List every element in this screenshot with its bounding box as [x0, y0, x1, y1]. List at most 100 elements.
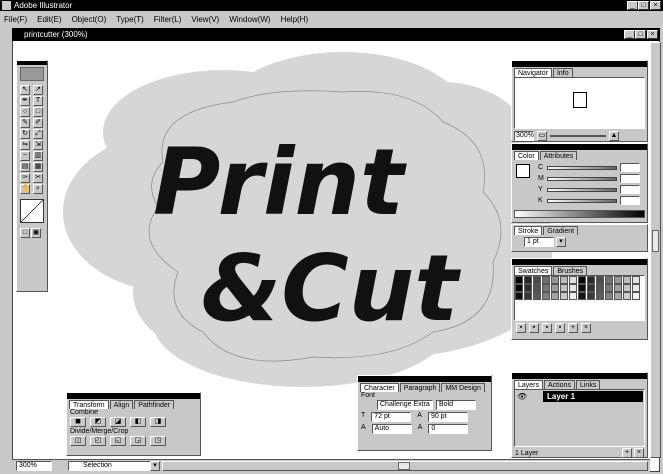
color-swatch[interactable] [614, 276, 622, 284]
panel-tab[interactable]: Align [109, 400, 134, 409]
color-swatch[interactable] [515, 276, 523, 284]
trim-icon[interactable]: ◰ [90, 436, 106, 446]
graph-tool-icon[interactable]: ▥ [33, 151, 43, 161]
doc-minimize-icon[interactable]: _ [624, 30, 635, 39]
scissors-tool-icon[interactable]: ✂ [33, 173, 43, 183]
color-swatch[interactable] [578, 276, 586, 284]
panel-tab[interactable]: Character [360, 383, 399, 392]
minimize-icon[interactable]: _ [627, 1, 638, 10]
color-swatch[interactable] [605, 284, 613, 292]
color-swatch[interactable] [542, 292, 550, 300]
color-swatch[interactable] [596, 276, 604, 284]
horizontal-scrollbar-thumb[interactable] [398, 462, 410, 470]
zoom-slider[interactable] [550, 135, 606, 137]
color-swatch[interactable] [524, 276, 532, 284]
panel-tab[interactable]: Stroke [514, 226, 543, 235]
channel-slider[interactable] [547, 187, 617, 192]
color-swatch[interactable] [560, 292, 568, 300]
reflect-tool-icon[interactable]: ⇋ [20, 140, 30, 150]
panel-tab[interactable]: Color [514, 151, 539, 160]
color-spectrum-bar[interactable] [514, 210, 645, 218]
channel-value-field[interactable] [620, 174, 640, 183]
intersect-icon[interactable]: ◩ [90, 417, 106, 427]
color-swatch[interactable] [551, 276, 559, 284]
stroke-weight-field[interactable]: 1 pt [524, 237, 554, 247]
panel-tab[interactable]: Brushes [553, 266, 588, 275]
show-color-swatches-icon[interactable]: ▪ [529, 323, 539, 333]
menu-item[interactable]: Help(H) [281, 15, 309, 24]
mesh-tool-icon[interactable]: ▦ [33, 162, 43, 172]
navigator-zoom-field[interactable]: 300% [514, 131, 534, 141]
maximize-icon[interactable]: □ [638, 1, 649, 10]
color-swatch[interactable] [578, 284, 586, 292]
color-fill-swatch[interactable] [516, 164, 530, 178]
color-swatch[interactable] [596, 292, 604, 300]
color-swatch[interactable] [632, 292, 640, 300]
minus-back-icon[interactable]: ◨ [150, 417, 166, 427]
menu-item[interactable]: View(V) [191, 15, 219, 24]
menu-item[interactable]: Window(W) [229, 15, 270, 24]
fill-stroke-icon[interactable] [20, 199, 44, 223]
color-swatch[interactable] [515, 284, 523, 292]
color-swatch[interactable] [569, 292, 577, 300]
show-all-swatches-icon[interactable]: ▪ [516, 323, 526, 333]
color-swatch[interactable] [614, 284, 622, 292]
crop-icon[interactable]: ◲ [130, 436, 146, 446]
color-swatch[interactable] [587, 292, 595, 300]
rotate-tool-icon[interactable]: ↻ [20, 129, 30, 139]
pencil-tool-icon[interactable]: ✎ [20, 118, 30, 128]
menu-item[interactable]: File(F) [4, 15, 27, 24]
channel-value-field[interactable] [620, 163, 640, 172]
color-swatch[interactable] [533, 284, 541, 292]
status-mode-field[interactable]: Selection [68, 461, 160, 471]
eyedropper-tool-icon[interactable]: ✑ [20, 173, 30, 183]
zoom-tool-icon[interactable]: ⌕ [33, 184, 43, 194]
font-family-field[interactable]: Challenge Extra [377, 400, 433, 410]
minus-front-icon[interactable]: ◧ [130, 417, 146, 427]
ellipse-tool-icon[interactable]: ○ [20, 107, 30, 117]
stroke-weight-dropdown-icon[interactable]: ▾ [556, 237, 566, 247]
tracking-field[interactable]: 0 [428, 424, 469, 434]
channel-slider[interactable] [547, 176, 617, 181]
panel-tab[interactable]: MM Design [441, 383, 485, 392]
panel-tab[interactable]: Layers [514, 380, 544, 389]
leading-field[interactable]: 90 pt [427, 412, 468, 422]
panel-tab[interactable]: Swatches [514, 266, 553, 275]
scale-tool-icon[interactable]: ⤢ [33, 129, 43, 139]
gradient-tool-icon[interactable]: ▤ [20, 162, 30, 172]
doc-close-icon[interactable]: × [647, 30, 658, 39]
channel-value-field[interactable] [620, 185, 640, 194]
exclude-icon[interactable]: ◪ [110, 417, 126, 427]
color-swatch[interactable] [632, 284, 640, 292]
color-swatch[interactable] [551, 284, 559, 292]
color-swatch[interactable] [524, 284, 532, 292]
channel-slider[interactable] [547, 198, 617, 203]
color-swatch[interactable] [614, 292, 622, 300]
full-screen-menu-icon[interactable]: ▣ [31, 228, 41, 238]
eye-icon[interactable]: 👁 [517, 392, 527, 402]
new-layer-icon[interactable]: + [622, 448, 632, 458]
selection-tool-icon[interactable]: ↖ [20, 85, 30, 95]
status-mode-dropdown-icon[interactable]: ▾ [150, 461, 160, 471]
new-swatch-icon[interactable]: + [568, 323, 578, 333]
color-swatch[interactable] [605, 276, 613, 284]
layer-row[interactable]: Layer 1 [543, 391, 643, 402]
panel-tab[interactable]: Paragraph [399, 383, 441, 392]
normal-screen-icon[interactable]: □ [20, 228, 30, 238]
kerning-field[interactable]: Auto [371, 424, 412, 434]
menu-item[interactable]: Filter(L) [154, 15, 182, 24]
type-tool-icon[interactable]: T [33, 96, 43, 106]
channel-value-field[interactable] [620, 196, 640, 205]
menu-item[interactable]: Object(O) [72, 15, 107, 24]
panel-tab[interactable]: Gradient [543, 226, 579, 235]
rectangle-tool-icon[interactable]: □ [33, 107, 43, 117]
zoom-in-icon[interactable]: ▲ [609, 131, 619, 141]
color-swatch[interactable] [515, 292, 523, 300]
warp-tool-icon[interactable]: ~ [20, 151, 30, 161]
color-swatch[interactable] [569, 284, 577, 292]
pen-tool-icon[interactable]: ✒ [20, 96, 30, 106]
panel-tab[interactable]: Info [552, 68, 573, 77]
panel-tab[interactable]: Navigator [514, 68, 552, 77]
show-pattern-swatches-icon[interactable]: ▪ [555, 323, 565, 333]
color-swatch[interactable] [623, 284, 631, 292]
